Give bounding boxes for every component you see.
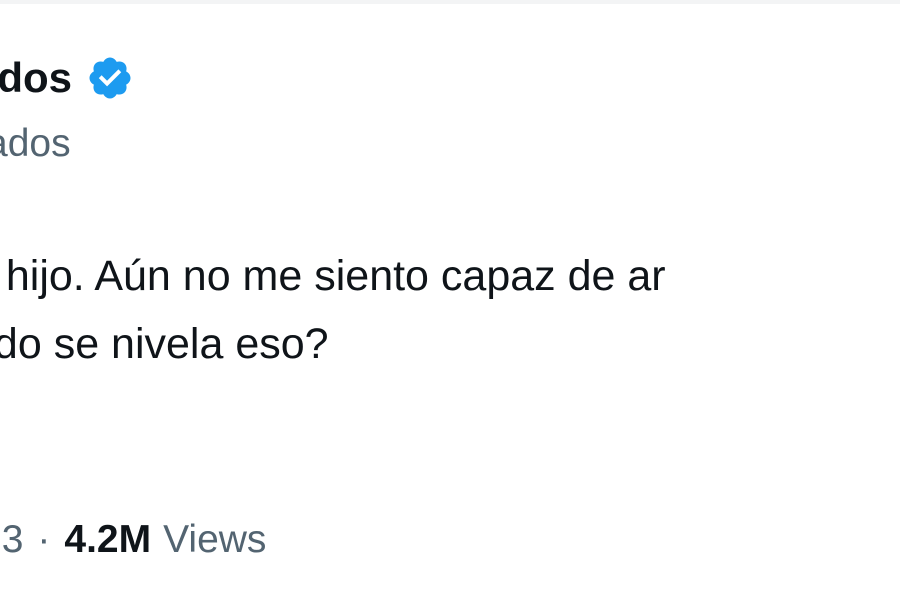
tweet-meta: 23 · 4.2M Views xyxy=(0,512,266,568)
author-row[interactable]: ados xyxy=(0,50,134,106)
meta-separator: · xyxy=(37,518,51,561)
tweet-text: o hijo. Aún no me siento capaz de ar ndo… xyxy=(0,242,900,378)
views-label: Views xyxy=(163,518,267,561)
views-count: 4.2M xyxy=(64,518,152,561)
tweet-date[interactable]: 23 xyxy=(0,512,23,568)
tweet-card: ados ados o hijo. Aún no me siento capaz… xyxy=(0,0,900,600)
top-divider xyxy=(0,0,900,4)
author-display-name[interactable]: ados xyxy=(0,50,72,106)
tweet-text-line-1: o hijo. Aún no me siento capaz de ar xyxy=(0,252,666,300)
tweet-text-line-2: ndo se nivela eso? xyxy=(0,320,329,368)
verified-badge-icon xyxy=(86,54,134,102)
author-handle[interactable]: ados xyxy=(0,118,71,170)
